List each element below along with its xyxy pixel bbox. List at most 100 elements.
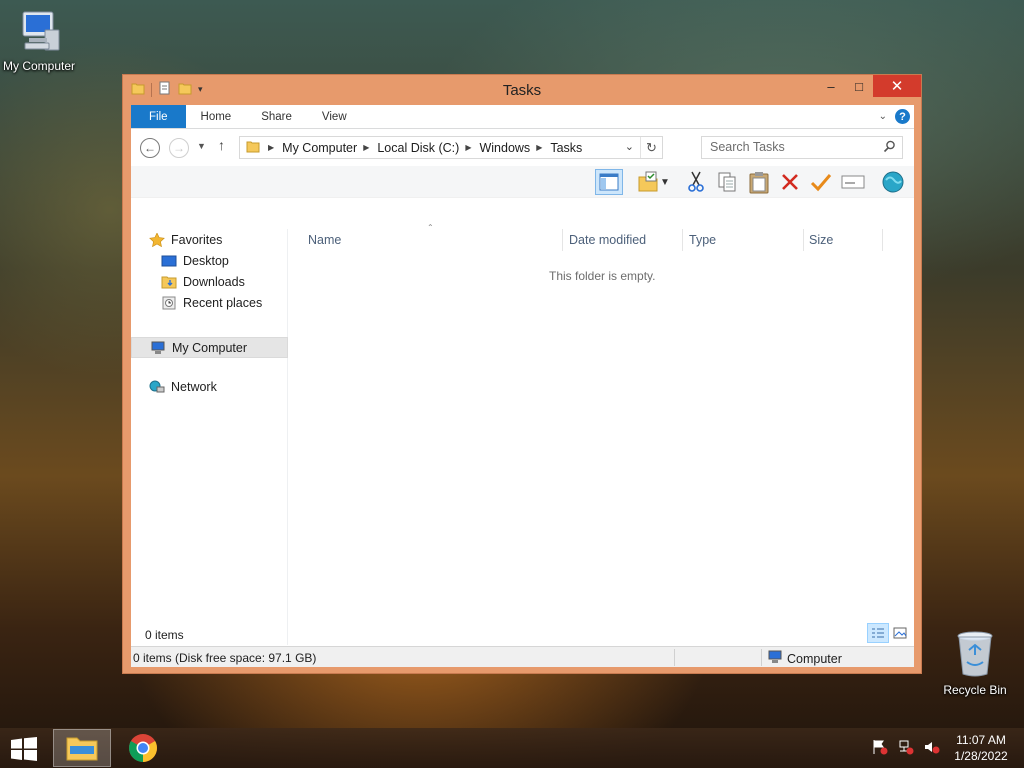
nav-recent-places[interactable]: Recent places: [161, 296, 262, 310]
file-explorer-icon: [66, 733, 98, 764]
refresh-button[interactable]: ↻: [640, 137, 662, 158]
system-tray: [872, 739, 940, 758]
desktop-icon: [161, 254, 177, 268]
desktop-icon-label: My Computer: [2, 59, 76, 73]
nav-item-label: Network: [171, 380, 217, 394]
chevron-right-icon[interactable]: ▶: [363, 143, 369, 152]
sort-ascending-icon: ⌃: [427, 223, 434, 232]
minimize-button[interactable]: –: [817, 75, 845, 97]
back-button[interactable]: ←: [140, 138, 160, 158]
desktop-icon-my-computer[interactable]: My Computer: [0, 8, 82, 73]
desktop-icon-label: Recycle Bin: [943, 683, 1007, 697]
chevron-down-icon[interactable]: ⌄: [625, 140, 634, 153]
preview-pane-icon[interactable]: [595, 169, 623, 195]
nav-item-label: Downloads: [183, 275, 245, 289]
close-button[interactable]: ✕: [873, 75, 921, 97]
chevron-down-icon[interactable]: ▼: [658, 169, 672, 195]
help-icon[interactable]: ?: [895, 109, 910, 124]
recent-places-icon: [161, 296, 177, 310]
divider: [674, 649, 675, 666]
column-name[interactable]: Name: [308, 233, 341, 247]
command-toolbar: ▼: [131, 166, 914, 198]
copy-icon[interactable]: [713, 169, 741, 195]
status-location: Computer: [767, 650, 842, 667]
nav-item-label: My Computer: [172, 340, 248, 355]
title-bar[interactable]: ▾ Tasks – □ ✕: [123, 75, 921, 105]
column-header-row: ⌃ Name Date modified Type Size: [301, 223, 905, 251]
breadcrumb-windows[interactable]: Windows: [479, 141, 530, 155]
column-size[interactable]: Size: [809, 233, 833, 247]
divider[interactable]: [882, 229, 883, 251]
window-title: Tasks: [502, 82, 542, 99]
status-location-label: Computer: [787, 651, 842, 666]
chevron-right-icon[interactable]: ▶: [268, 143, 274, 152]
search-input[interactable]: Search Tasks: [701, 136, 903, 159]
column-type[interactable]: Type: [689, 233, 716, 247]
network-icon: [149, 380, 165, 394]
tab-share[interactable]: Share: [246, 105, 307, 128]
navigation-pane: Favorites Desktop Downloads Recent place…: [131, 229, 288, 645]
taskbar-chrome[interactable]: [126, 732, 160, 766]
status-bar: 0 items (Disk free space: 97.1 GB) Compu…: [131, 646, 914, 667]
nav-downloads[interactable]: Downloads: [161, 275, 245, 289]
star-icon: [149, 232, 165, 248]
status-disk-space: 0 items (Disk free space: 97.1 GB): [133, 651, 317, 665]
breadcrumb-local-disk[interactable]: Local Disk (C:): [377, 141, 459, 155]
search-icon[interactable]: [883, 140, 896, 156]
volume-muted-icon[interactable]: [924, 739, 940, 758]
clock[interactable]: 11:07 AM 1/28/2022: [946, 732, 1016, 764]
up-button[interactable]: ↑: [218, 137, 225, 153]
start-button[interactable]: [10, 737, 38, 764]
computer-icon: [767, 650, 783, 667]
item-count: 0 items: [145, 628, 184, 642]
nav-item-label: Recent places: [183, 296, 263, 310]
nav-item-label: Favorites: [171, 233, 223, 247]
downloads-icon: [161, 275, 177, 289]
computer-icon: [0, 8, 82, 57]
nav-desktop[interactable]: Desktop: [161, 254, 229, 268]
nav-network[interactable]: Network: [149, 380, 217, 394]
taskbar-file-explorer[interactable]: [53, 729, 111, 767]
tab-home[interactable]: Home: [186, 105, 247, 128]
folder-icon: [246, 139, 260, 156]
taskbar: 11:07 AM 1/28/2022: [0, 728, 1024, 768]
action-center-flag-icon[interactable]: [872, 739, 888, 758]
delete-icon[interactable]: [776, 169, 804, 195]
tab-file[interactable]: File: [131, 105, 186, 128]
chevron-right-icon[interactable]: ▶: [465, 143, 471, 152]
details-view-button[interactable]: [867, 623, 889, 643]
paste-icon[interactable]: [745, 169, 773, 195]
window-content: File Home Share View ⌄ ? ← → ▼ ↑ ▶ My Co…: [131, 105, 914, 667]
divider: [761, 649, 762, 666]
nav-favorites[interactable]: Favorites: [149, 232, 223, 248]
globe-icon[interactable]: [879, 169, 907, 195]
cut-icon[interactable]: [682, 169, 710, 195]
chevron-right-icon[interactable]: ▶: [536, 143, 542, 152]
large-icons-view-button[interactable]: [889, 623, 911, 643]
tab-view[interactable]: View: [307, 105, 362, 128]
address-bar[interactable]: ▶ My Computer ▶ Local Disk (C:) ▶ Window…: [239, 136, 663, 159]
desktop-icon-recycle-bin[interactable]: Recycle Bin: [932, 630, 1018, 697]
recycle-bin-icon: [932, 630, 1018, 681]
properties-check-icon[interactable]: [807, 169, 835, 195]
address-row: ← → ▼ ↑ ▶ My Computer ▶ Local Disk (C:) …: [131, 129, 914, 166]
ribbon-tabs: File Home Share View ⌄ ?: [131, 105, 914, 129]
maximize-button[interactable]: □: [845, 75, 873, 97]
rename-icon[interactable]: [839, 169, 867, 195]
network-status-icon[interactable]: [898, 739, 914, 758]
breadcrumb-my-computer[interactable]: My Computer: [282, 141, 357, 155]
expand-ribbon-icon[interactable]: ⌄: [879, 111, 887, 122]
column-date-modified[interactable]: Date modified: [569, 233, 646, 247]
clock-time: 11:07 AM: [956, 733, 1006, 747]
nav-item-label: Desktop: [183, 254, 229, 268]
divider[interactable]: [562, 229, 563, 251]
divider[interactable]: [803, 229, 804, 251]
chrome-icon: [128, 733, 158, 766]
breadcrumb-tasks[interactable]: Tasks: [550, 141, 582, 155]
empty-folder-message: This folder is empty.: [549, 269, 656, 283]
forward-button[interactable]: →: [169, 138, 189, 158]
nav-my-computer[interactable]: My Computer: [131, 337, 288, 358]
divider[interactable]: [682, 229, 683, 251]
computer-icon: [150, 341, 166, 355]
recent-locations-icon[interactable]: ▼: [197, 141, 206, 151]
